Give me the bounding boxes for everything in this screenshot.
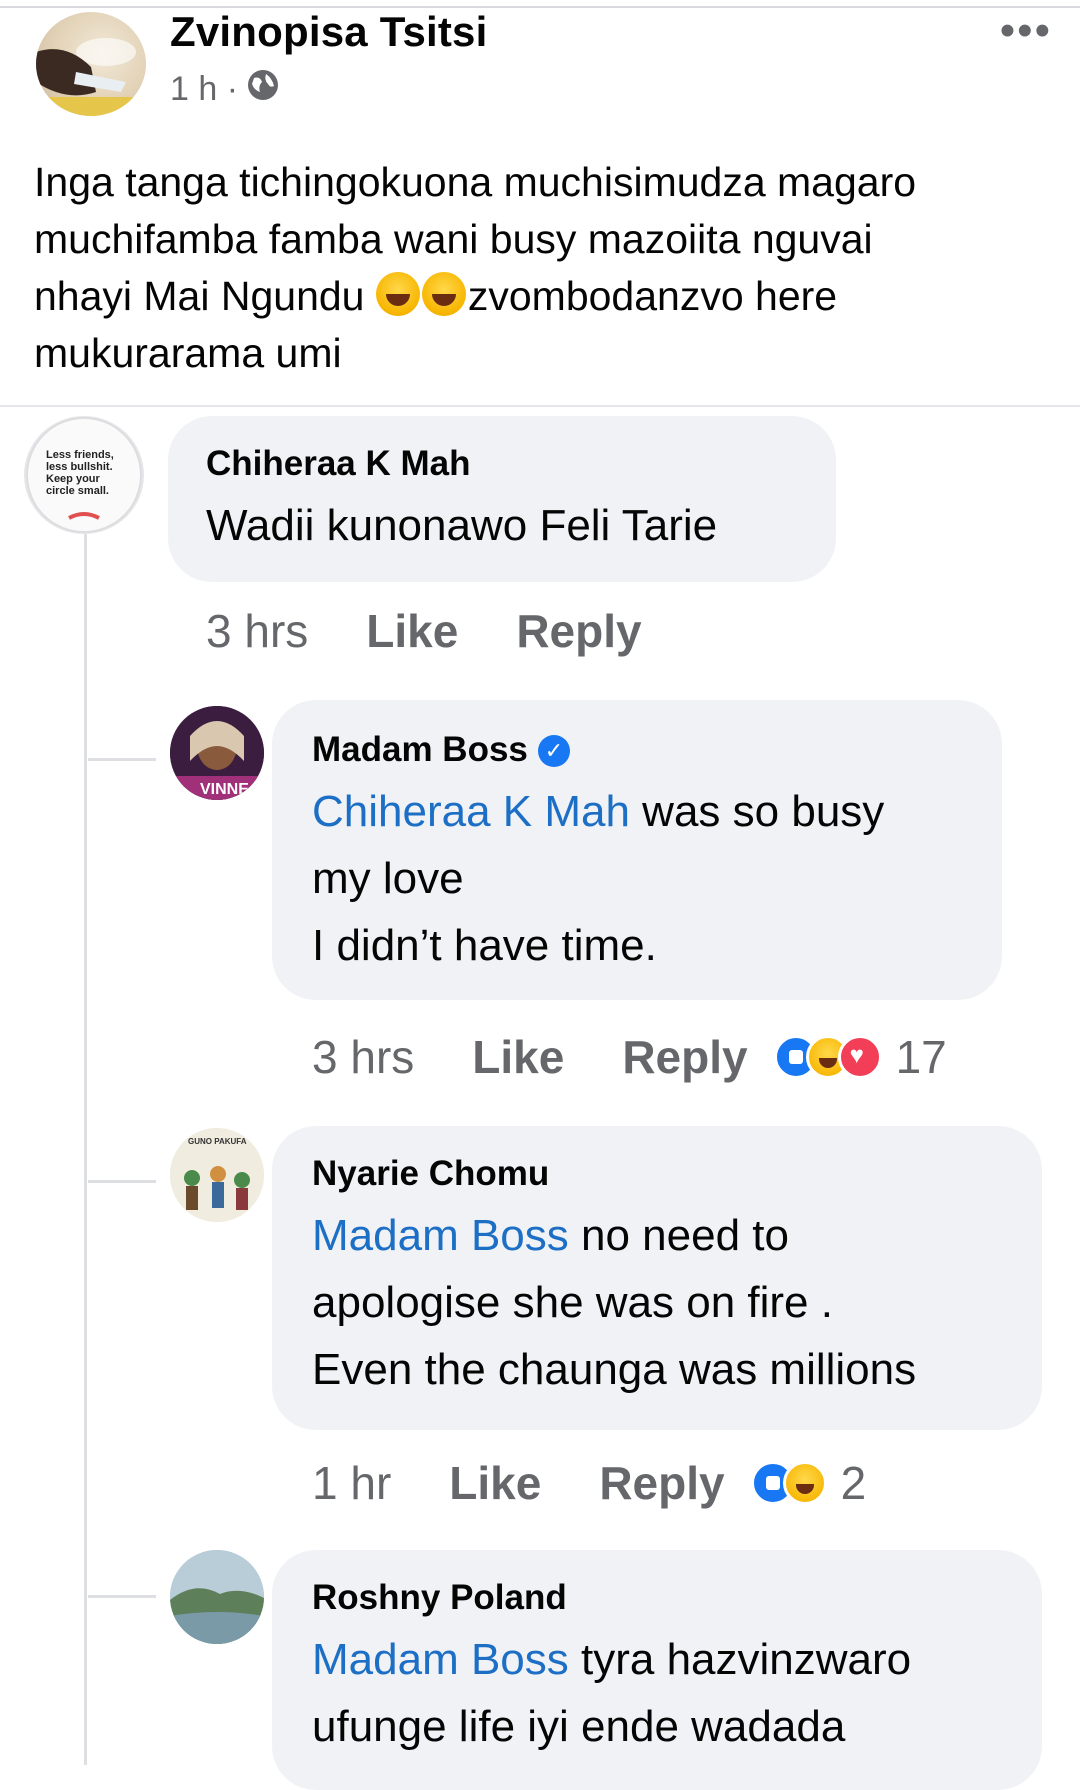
reaction-summary[interactable]: 17 xyxy=(773,1030,947,1084)
post-author-name[interactable]: Zvinopisa Tsitsi xyxy=(170,8,487,56)
comment-text-line: Chiheraa K Mah was so busy xyxy=(312,787,885,836)
comment-text-line: I didn’t have time. xyxy=(312,921,657,970)
post-text-line: mukurarama umi xyxy=(34,330,342,376)
reply-button[interactable]: Reply xyxy=(622,1030,747,1084)
post-comments-divider xyxy=(0,405,1080,407)
reaction-count: 17 xyxy=(895,1031,947,1083)
commenter-avatar[interactable]: GUNO PAKUFA xyxy=(170,1128,264,1222)
more-options-icon[interactable]: ••• xyxy=(1000,6,1052,56)
thread-branch xyxy=(88,758,156,761)
comment-time[interactable]: 1 hr xyxy=(312,1456,391,1510)
comment-text: Chiheraa K Mah was so busy my love I did… xyxy=(312,778,884,979)
mention-link[interactable]: Madam Boss xyxy=(312,1635,569,1684)
reaction-count: 2 xyxy=(840,1457,867,1509)
post-time[interactable]: 1 h · xyxy=(170,70,238,109)
thread-line xyxy=(84,510,87,1765)
svg-text:GUNO PAKUFA: GUNO PAKUFA xyxy=(188,1137,247,1146)
like-button[interactable]: Like xyxy=(449,1456,541,1510)
thread-branch xyxy=(88,1180,156,1183)
commenter-name[interactable]: Chiheraa K Mah xyxy=(206,444,471,484)
comment-actions: 3 hrs Like Reply 17 xyxy=(312,1030,947,1084)
comment-actions: 1 hr Like Reply 2 xyxy=(312,1456,866,1510)
comment-text-line: Even the chaunga was millions xyxy=(312,1345,917,1394)
love-reaction-icon xyxy=(837,1035,882,1079)
like-button[interactable]: Like xyxy=(366,604,458,658)
comment-text-line: apologise she was on fire . xyxy=(312,1278,833,1327)
comment-actions: 3 hrs Like Reply xyxy=(206,604,642,658)
post-text-line: Inga tanga tichingokuona muchisimudza ma… xyxy=(34,159,917,205)
commenter-name[interactable]: Madam Boss ✓ xyxy=(312,730,570,770)
haha-reaction-icon xyxy=(782,1461,827,1505)
like-button[interactable]: Like xyxy=(472,1030,564,1084)
comment-text: Madam Boss tyra hazvinzwaro ufunge life … xyxy=(312,1626,911,1760)
reply-button[interactable]: Reply xyxy=(516,604,641,658)
post-text-line: nhayi Mai Ngundu zvombodanzvo here xyxy=(34,272,838,319)
mention-link[interactable]: Madam Boss xyxy=(312,1211,569,1260)
post-meta: 1 h · xyxy=(170,68,280,111)
comment-text-line: ufunge life iyi ende wadada xyxy=(312,1702,846,1751)
comment-text: Madam Boss no need to apologise she was … xyxy=(312,1202,916,1403)
post-text: Inga tanga tichingokuona muchisimudza ma… xyxy=(34,154,1044,382)
comment-text-line: Madam Boss no need to xyxy=(312,1211,789,1260)
commenter-avatar[interactable]: VINNE xyxy=(170,706,264,800)
rolling-laughing-emoji-icon xyxy=(421,272,466,316)
svg-text:VINNE: VINNE xyxy=(200,781,249,798)
post-author-avatar[interactable] xyxy=(36,12,146,116)
mention-link[interactable]: Chiheraa K Mah xyxy=(312,787,630,836)
comment-text-line: Madam Boss tyra hazvinzwaro xyxy=(312,1635,912,1684)
rolling-laughing-emoji-icon xyxy=(375,272,420,316)
commenter-name[interactable]: Roshny Poland xyxy=(312,1578,567,1618)
commenter-name[interactable]: Nyarie Chomu xyxy=(312,1154,549,1194)
reaction-summary[interactable]: 2 xyxy=(750,1456,867,1510)
commenter-avatar[interactable] xyxy=(170,1550,264,1644)
thread-branch xyxy=(88,1595,156,1598)
comment-text-line: my love xyxy=(312,854,464,903)
svg-text:less bullshit.: less bullshit. xyxy=(46,461,113,473)
comment-text: Wadii kunonawo Feli Tarie xyxy=(206,501,718,550)
verified-badge-icon: ✓ xyxy=(537,735,570,767)
commenter-avatar[interactable]: Less friends, less bullshit. Keep your c… xyxy=(24,416,144,534)
top-divider xyxy=(0,6,1080,8)
comment-time[interactable]: 3 hrs xyxy=(206,604,308,658)
globe-icon xyxy=(246,68,280,111)
comment-time[interactable]: 3 hrs xyxy=(312,1030,414,1084)
svg-text:circle small.: circle small. xyxy=(46,485,109,497)
post-text-line: muchifamba famba wani busy mazoiita nguv… xyxy=(34,216,873,262)
svg-text:Less friends,: Less friends, xyxy=(46,449,114,461)
reply-button[interactable]: Reply xyxy=(599,1456,724,1510)
svg-text:Keep your: Keep your xyxy=(46,473,101,485)
